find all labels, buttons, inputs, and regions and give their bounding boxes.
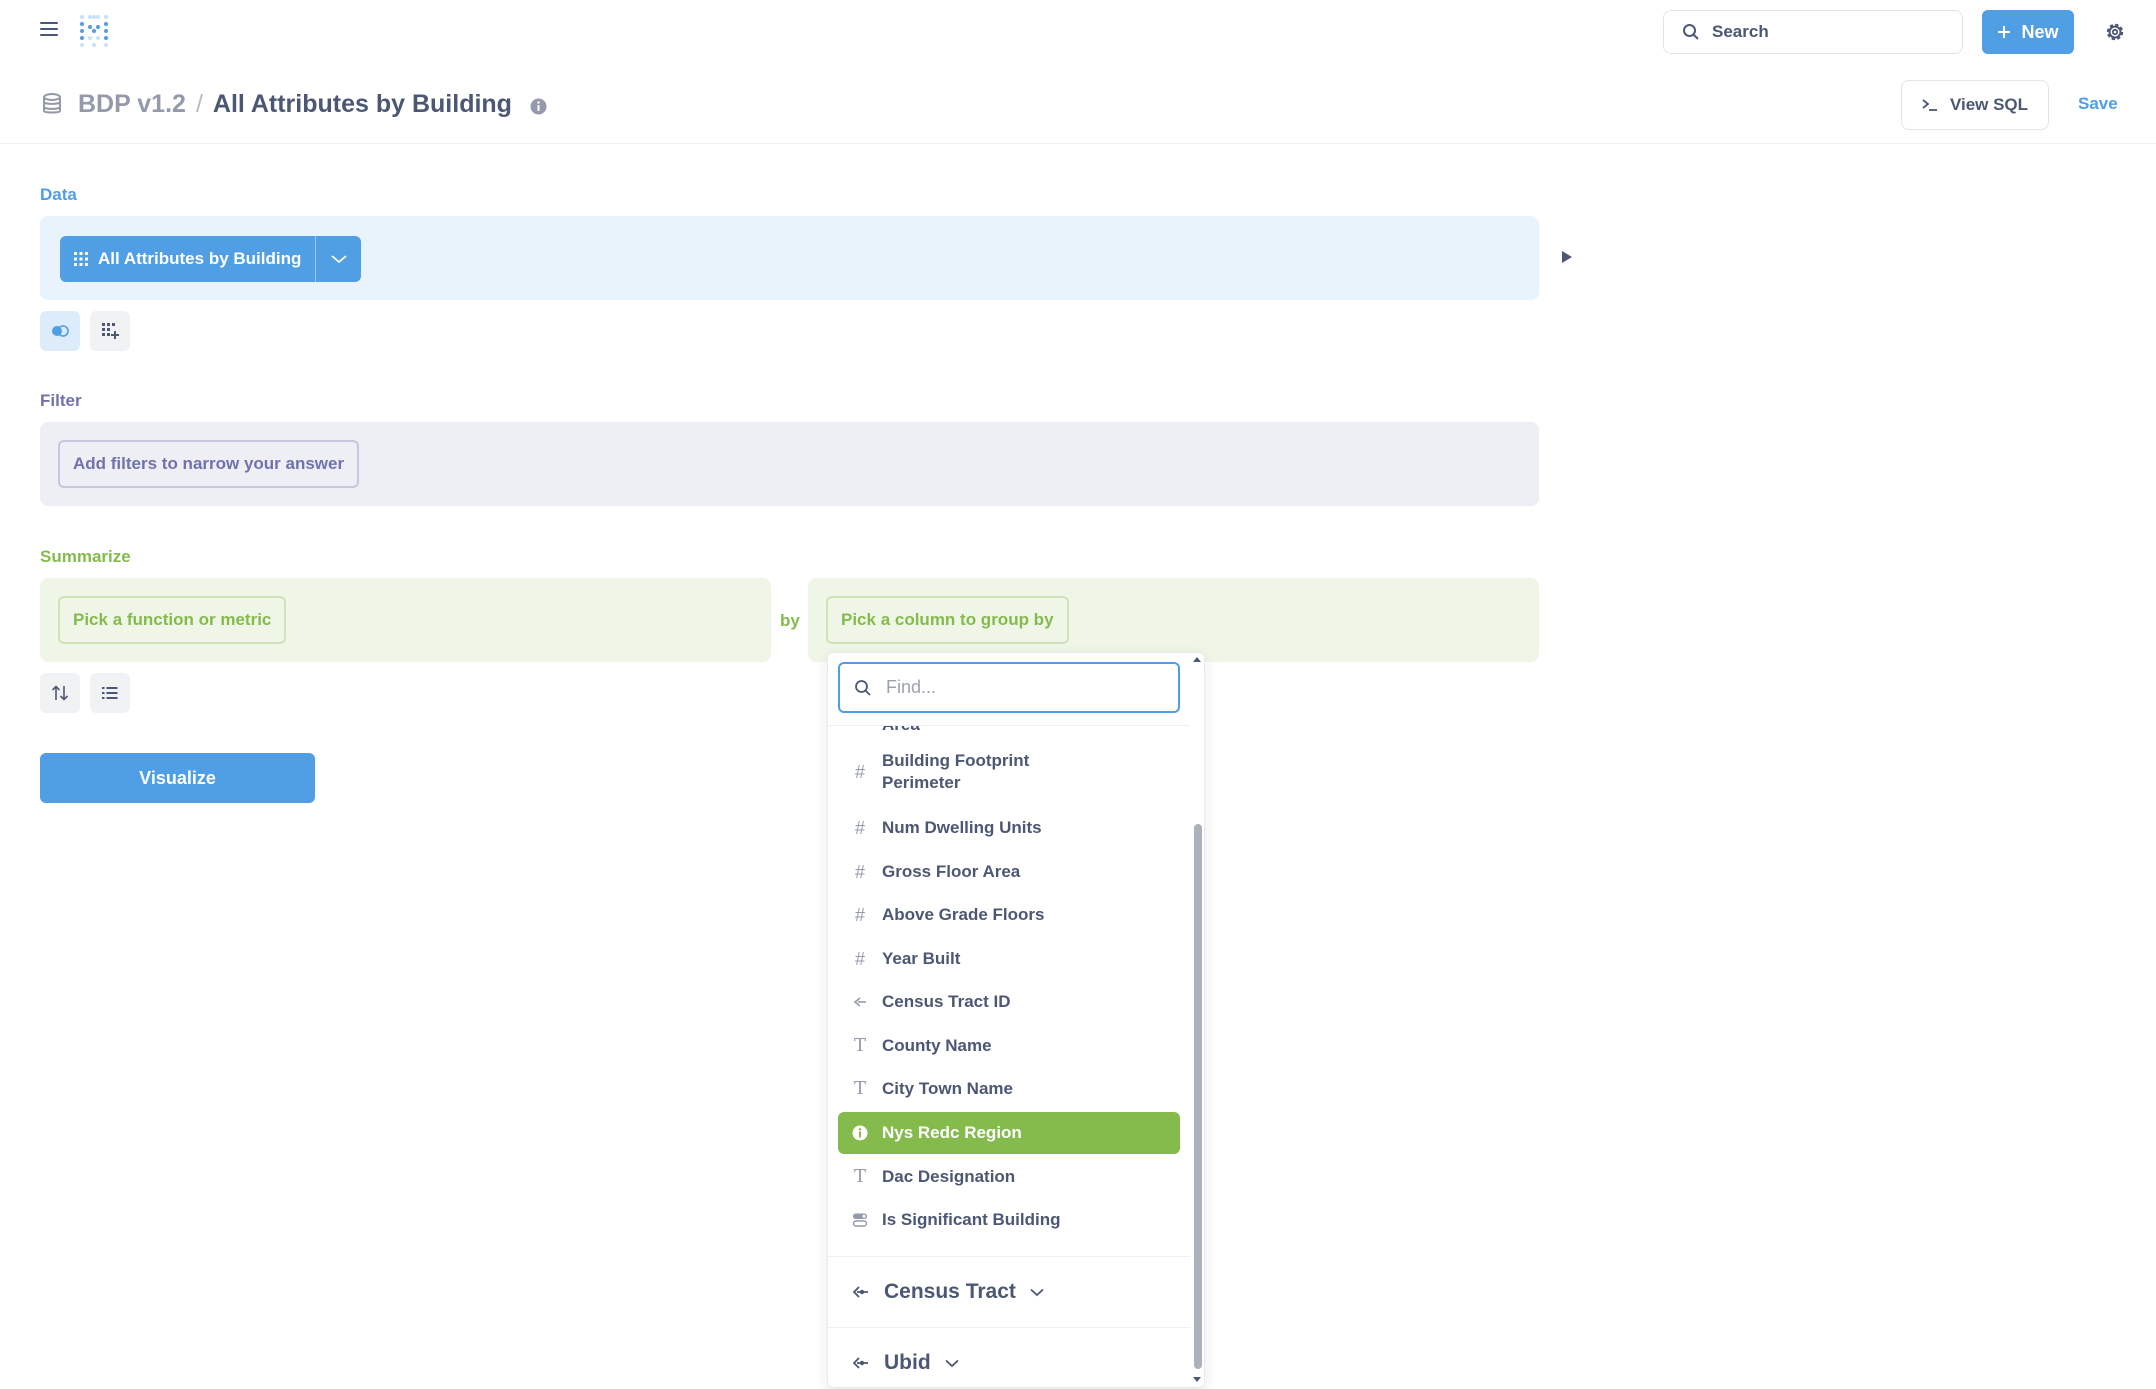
breadcrumb-database[interactable]: BDP v1.2 bbox=[78, 90, 186, 119]
join-icon bbox=[52, 325, 69, 337]
scrollbar-thumb[interactable] bbox=[1194, 824, 1202, 1369]
add-column-icon bbox=[102, 323, 119, 339]
save-button[interactable]: Save bbox=[2078, 94, 2118, 114]
custom-column-button[interactable] bbox=[90, 311, 130, 351]
list-item[interactable]: # Gross Floor Area bbox=[838, 851, 1180, 893]
list-item[interactable]: Is Significant Building bbox=[838, 1199, 1180, 1241]
top-nav: Search New bbox=[0, 0, 2156, 64]
pick-metric-button[interactable]: Pick a function or metric bbox=[58, 596, 287, 644]
list-item-label: Is Significant Building bbox=[882, 1210, 1061, 1229]
query-header: BDP v1.2 / All Attributes by Building Vi… bbox=[0, 64, 2156, 144]
list-item[interactable]: # Num Dwelling Units bbox=[838, 807, 1180, 849]
gear-icon[interactable] bbox=[2103, 20, 2127, 44]
by-label: by bbox=[780, 611, 800, 630]
column-list: Area # Building Footprint Perimeter # Nu… bbox=[828, 725, 1190, 1385]
grid-icon bbox=[74, 252, 88, 266]
list-item-label: Census Tract ID bbox=[882, 992, 1011, 1011]
list-item[interactable]: T City Town Name bbox=[838, 1068, 1180, 1110]
database-icon bbox=[43, 93, 61, 114]
add-filter-button[interactable]: Add filters to narrow your answer bbox=[58, 440, 360, 488]
list-item-label: Num Dwelling Units bbox=[882, 818, 1042, 837]
search-label: Search bbox=[1712, 22, 1769, 41]
summarize-group-area: Pick a column to group by bbox=[808, 578, 1539, 662]
plus-icon bbox=[1998, 26, 2011, 38]
list-item-label: Building Footprint Perimeter bbox=[882, 751, 1030, 792]
info-icon[interactable] bbox=[530, 98, 547, 115]
list-item[interactable]: Area bbox=[838, 726, 1180, 736]
metabase-logo-icon[interactable] bbox=[75, 12, 113, 50]
list-item[interactable]: # Above Grade Floors bbox=[838, 894, 1180, 936]
search-icon bbox=[1683, 24, 1699, 40]
visualize-button[interactable]: Visualize bbox=[40, 753, 315, 803]
info-icon bbox=[852, 1125, 868, 1141]
breadcrumb: BDP v1.2 / All Attributes by Building bbox=[78, 90, 547, 119]
text-icon: T bbox=[853, 1078, 866, 1099]
breadcrumb-separator: / bbox=[195, 90, 203, 118]
number-icon: # bbox=[854, 949, 865, 969]
filter-step: Add filters to narrow your answer bbox=[40, 422, 1539, 506]
join-data-button[interactable] bbox=[40, 311, 80, 351]
list-item[interactable]: Census Tract ID bbox=[838, 981, 1180, 1023]
number-icon: # bbox=[854, 862, 865, 882]
group-ubid[interactable]: Ubid bbox=[828, 1327, 1190, 1385]
list-item-label: Above Grade Floors bbox=[882, 905, 1045, 924]
toggle-icon bbox=[852, 1213, 868, 1227]
list-icon bbox=[102, 687, 118, 699]
scroll-up-arrow-icon[interactable] bbox=[1193, 657, 1201, 662]
preview-play-icon[interactable] bbox=[1562, 251, 1572, 263]
find-placeholder: Find... bbox=[886, 677, 937, 697]
view-sql-button[interactable]: View SQL bbox=[1901, 80, 2049, 130]
filter-step-label: Filter bbox=[40, 391, 82, 410]
terminal-icon bbox=[1922, 99, 1937, 111]
list-item-label: Area bbox=[882, 726, 920, 736]
chevron-down-icon bbox=[331, 255, 347, 264]
text-icon: T bbox=[853, 1035, 866, 1056]
search-icon bbox=[855, 679, 871, 696]
list-item-label: Nys Redc Region bbox=[882, 1123, 1022, 1142]
list-item-label: Dac Designation bbox=[882, 1167, 1016, 1186]
list-item-selected[interactable]: Nys Redc Region bbox=[838, 1112, 1180, 1154]
chevron-down-icon bbox=[945, 1359, 959, 1367]
data-step: All Attributes by Building bbox=[40, 216, 1539, 300]
search-input[interactable]: Search bbox=[1663, 10, 1963, 54]
new-button-label: New bbox=[2021, 21, 2059, 42]
data-source-table[interactable]: All Attributes by Building bbox=[60, 236, 315, 282]
pick-group-by-button[interactable]: Pick a column to group by bbox=[826, 596, 1069, 644]
number-icon: # bbox=[854, 905, 865, 925]
page-title: All Attributes by Building bbox=[212, 90, 512, 118]
new-button[interactable]: New bbox=[1982, 10, 2074, 54]
column-picker-popover: Find... Area # Building Footprint Perime… bbox=[827, 652, 1205, 1388]
group-label: Census Tract bbox=[884, 1280, 1016, 1303]
summarize-step-label: Summarize bbox=[40, 547, 131, 566]
list-item-label: Year Built bbox=[882, 949, 961, 968]
data-source-dropdown[interactable] bbox=[315, 236, 361, 282]
summarize-metric-area: Pick a function or metric bbox=[40, 578, 771, 662]
sort-icon bbox=[51, 685, 69, 701]
data-source-label: All Attributes by Building bbox=[98, 249, 302, 268]
connections-icon bbox=[852, 1357, 868, 1369]
text-icon: T bbox=[853, 1166, 866, 1187]
find-input[interactable]: Find... bbox=[838, 662, 1180, 713]
foreign-key-icon bbox=[852, 996, 868, 1008]
list-item[interactable]: # Year Built bbox=[838, 938, 1180, 980]
number-icon: # bbox=[854, 818, 865, 838]
list-item-label: Gross Floor Area bbox=[882, 862, 1021, 881]
list-item-label: City Town Name bbox=[882, 1079, 1013, 1098]
view-sql-label: View SQL bbox=[1949, 95, 2029, 114]
data-step-label: Data bbox=[40, 185, 77, 204]
sort-button[interactable] bbox=[40, 673, 80, 713]
scroll-down-arrow-icon[interactable] bbox=[1193, 1377, 1201, 1382]
chevron-down-icon bbox=[1030, 1288, 1044, 1296]
list-item[interactable]: # Building Footprint Perimeter bbox=[838, 748, 1180, 796]
hamburger-menu-icon[interactable] bbox=[40, 22, 58, 38]
data-source-pill[interactable]: All Attributes by Building bbox=[60, 236, 362, 282]
number-icon: # bbox=[854, 762, 865, 782]
list-item[interactable]: T Dac Designation bbox=[838, 1156, 1180, 1198]
list-item[interactable]: T County Name bbox=[838, 1025, 1180, 1067]
limit-button[interactable] bbox=[90, 673, 130, 713]
connections-icon bbox=[852, 1286, 868, 1298]
group-census-tract[interactable]: Census Tract bbox=[828, 1256, 1190, 1327]
list-item-label: County Name bbox=[882, 1036, 992, 1055]
group-label: Ubid bbox=[884, 1351, 931, 1374]
